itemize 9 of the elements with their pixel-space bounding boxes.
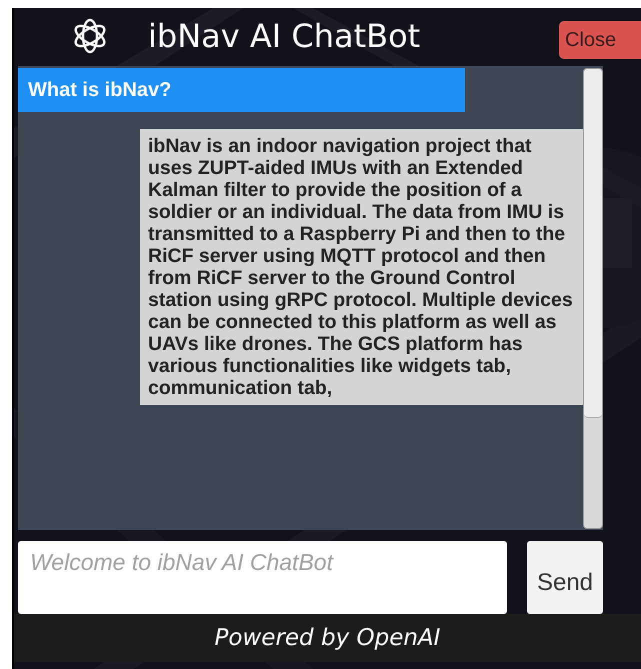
footer-text: Powered by OpenAI	[214, 625, 440, 651]
scrollbar[interactable]	[583, 68, 603, 529]
send-button[interactable]: Send	[527, 541, 603, 614]
app-title: ibNav AI ChatBot	[148, 17, 420, 55]
close-button[interactable]: Close	[559, 21, 641, 59]
message-input-field[interactable]: Welcome to ibNav AI ChatBot	[18, 541, 507, 614]
question-message: What is ibNav?	[18, 68, 465, 112]
answer-message: ibNav is an indoor navigation project that uses ZUPT-aided IMUs with an Extended Kalman filter to provide the position of a soldier or an individual. The data from IMU is transmitted to a Raspberry Pi and then to the RiCF server using MQTT protocol and then from RiCF server to the Ground Control station using gRPC protocol. Multiple devices can be connected to this platform as well as UAVs like drones. The GCS platform has various functionalities like widgets tab, communication tab,	[140, 129, 583, 405]
scrollbar-thumb[interactable]	[584, 69, 602, 418]
